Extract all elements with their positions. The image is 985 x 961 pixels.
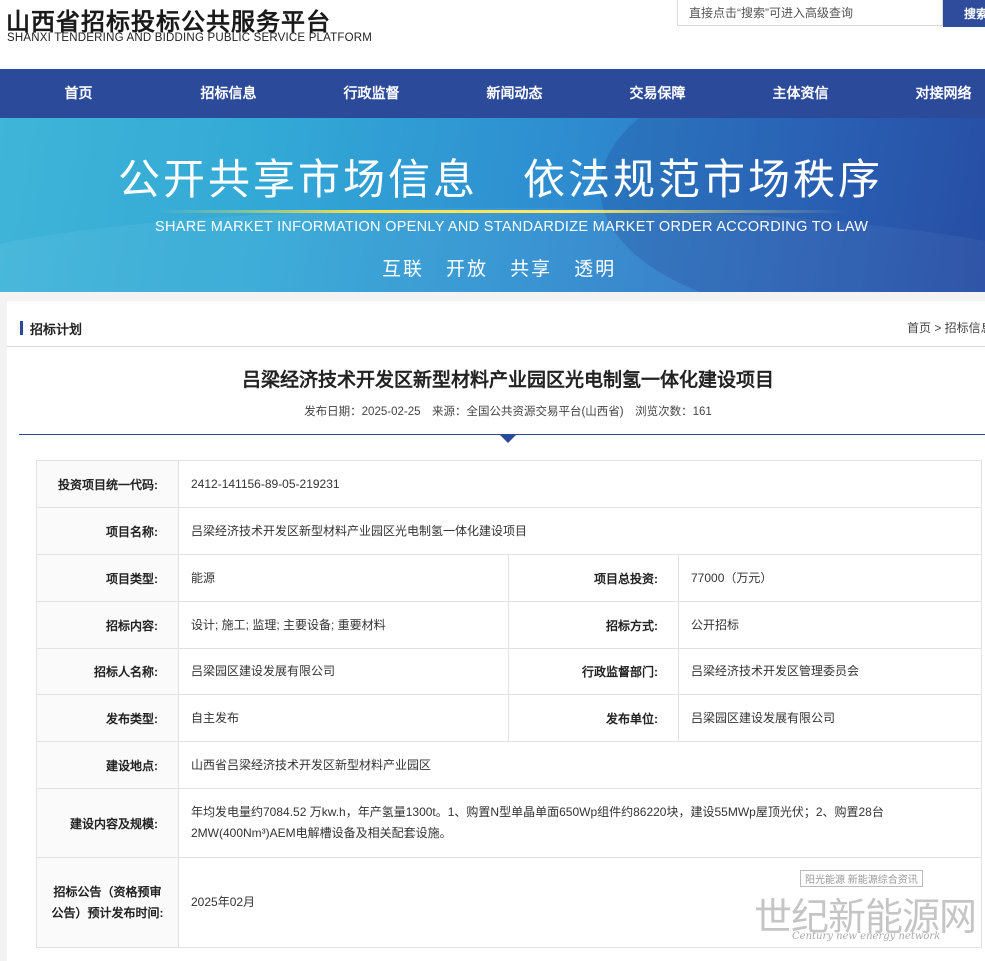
article-title: 吕梁经济技术开发区新型材料产业园区光电制氢一体化建设项目: [241, 370, 774, 391]
field-label: 招标内容:: [36, 601, 179, 649]
section-marker: [20, 321, 23, 335]
hero-banner: 公开共享市场信息 依法规范市场秩序 SHARE MARKET INFORMATI…: [0, 118, 985, 292]
watermark-tagline: 阳光能源 新能源综合资讯: [800, 870, 923, 887]
nav-item-credit[interactable]: 主体资信: [729, 69, 872, 118]
main-nav: 首页 招标信息 行政监督 新闻动态 交易保障 主体资信 对接网络: [0, 69, 985, 118]
field-label: 招标人名称:: [36, 648, 179, 695]
site-watermark: 阳光能源 新能源综合资讯 世纪新能源网 Century new energy n…: [752, 870, 982, 947]
banner-english: SHARE MARKET INFORMATION OPENLY AND STAN…: [155, 219, 869, 235]
chevron-down-icon: [500, 435, 516, 443]
field-value: 吕梁园区建设发展有限公司: [677, 694, 983, 742]
field-label: 行政监督部门:: [508, 648, 679, 695]
field-value: 吕梁经济技术开发区管理委员会: [677, 648, 983, 695]
field-label: 项目总投资:: [508, 554, 679, 602]
field-value: 自主发布: [178, 694, 509, 742]
field-value: 吕梁经济技术开发区新型材料产业园区光电制氢一体化建设项目: [177, 507, 983, 555]
field-label: 发布单位:: [508, 694, 679, 742]
article-meta: 发布日期：2025-02-25 来源：全国公共资源交易平台(山西省) 浏览次数：…: [304, 406, 712, 418]
table-row: 招标内容: 设计; 施工; 监理; 主要设备; 重要材料 招标方式: 公开招标: [36, 601, 983, 649]
nav-item-news[interactable]: 新闻动态: [443, 69, 586, 118]
search-input[interactable]: 直接点击“搜索”可进入高级查询: [677, 0, 943, 26]
field-value: 公开招标: [677, 601, 983, 649]
breadcrumb[interactable]: 首页 > 招标信息: [907, 319, 985, 336]
field-label: 建设内容及规模:: [36, 788, 179, 858]
field-value: 山西省吕梁经济技术开发区新型材料产业园区: [177, 741, 983, 789]
table-row: 招标人名称: 吕梁园区建设发展有限公司 行政监督部门: 吕梁经济技术开发区管理委…: [36, 648, 983, 695]
field-label: 投资项目统一代码:: [36, 460, 179, 508]
search-button[interactable]: 搜索: [943, 0, 985, 27]
table-row: 项目名称: 吕梁经济技术开发区新型材料产业园区光电制氢一体化建设项目: [36, 507, 983, 555]
table-row: 投资项目统一代码: 2412-141156-89-05-219231: [36, 460, 983, 508]
field-value: 吕梁园区建设发展有限公司: [178, 648, 509, 695]
nav-item-trade-guarantee[interactable]: 交易保障: [586, 69, 729, 118]
nav-item-network[interactable]: 对接网络: [872, 69, 985, 118]
field-value: 2412-141156-89-05-219231: [177, 460, 983, 508]
field-value: 年均发电量约7084.52 万kw.h，年产氢量1300t。1、购置N型单晶单面…: [177, 788, 983, 858]
field-label: 招标方式:: [508, 601, 679, 649]
table-row: 建设内容及规模: 年均发电量约7084.52 万kw.h，年产氢量1300t。1…: [36, 788, 983, 858]
banner-headline: 公开共享市场信息 依法规范市场秩序: [118, 155, 884, 204]
nav-item-supervision[interactable]: 行政监督: [300, 69, 443, 118]
watermark-english: Century new energy network: [792, 931, 941, 942]
table-row: 项目类型: 能源 项目总投资: 77000（万元）: [36, 554, 983, 602]
table-row: 发布类型: 自主发布 发布单位: 吕梁园区建设发展有限公司: [36, 694, 983, 742]
content-panel: 招标计划 首页 > 招标信息 吕梁经济技术开发区新型材料产业园区光电制氢一体化建…: [7, 301, 985, 961]
field-label: 发布类型:: [36, 694, 179, 742]
breadcrumb-bar: 招标计划 首页 > 招标信息: [7, 301, 985, 347]
site-header: 山西省招标投标公共服务平台 SHANXI TENDERING AND BIDDI…: [0, 0, 985, 69]
site-logo-subtitle: SHANXI TENDERING AND BIDDING PUBLIC SERV…: [7, 32, 373, 44]
field-label: 项目名称:: [36, 507, 179, 555]
field-label: 建设地点:: [36, 741, 179, 789]
section-title: 招标计划: [30, 322, 83, 337]
banner-divider: [155, 210, 845, 213]
banner-slogan: 互联 开放 共享 透明: [382, 258, 617, 280]
nav-item-home[interactable]: 首页: [0, 69, 157, 118]
table-row: 建设地点: 山西省吕梁经济技术开发区新型材料产业园区: [36, 741, 983, 789]
field-label: 招标公告（资格预审公告）预计发布时间:: [36, 857, 179, 948]
field-value: 设计; 施工; 监理; 主要设备; 重要材料: [178, 601, 509, 649]
field-value: 能源: [178, 554, 509, 602]
field-value: 77000（万元）: [677, 554, 983, 602]
nav-item-tender-info[interactable]: 招标信息: [157, 69, 300, 118]
field-label: 项目类型:: [36, 554, 179, 602]
